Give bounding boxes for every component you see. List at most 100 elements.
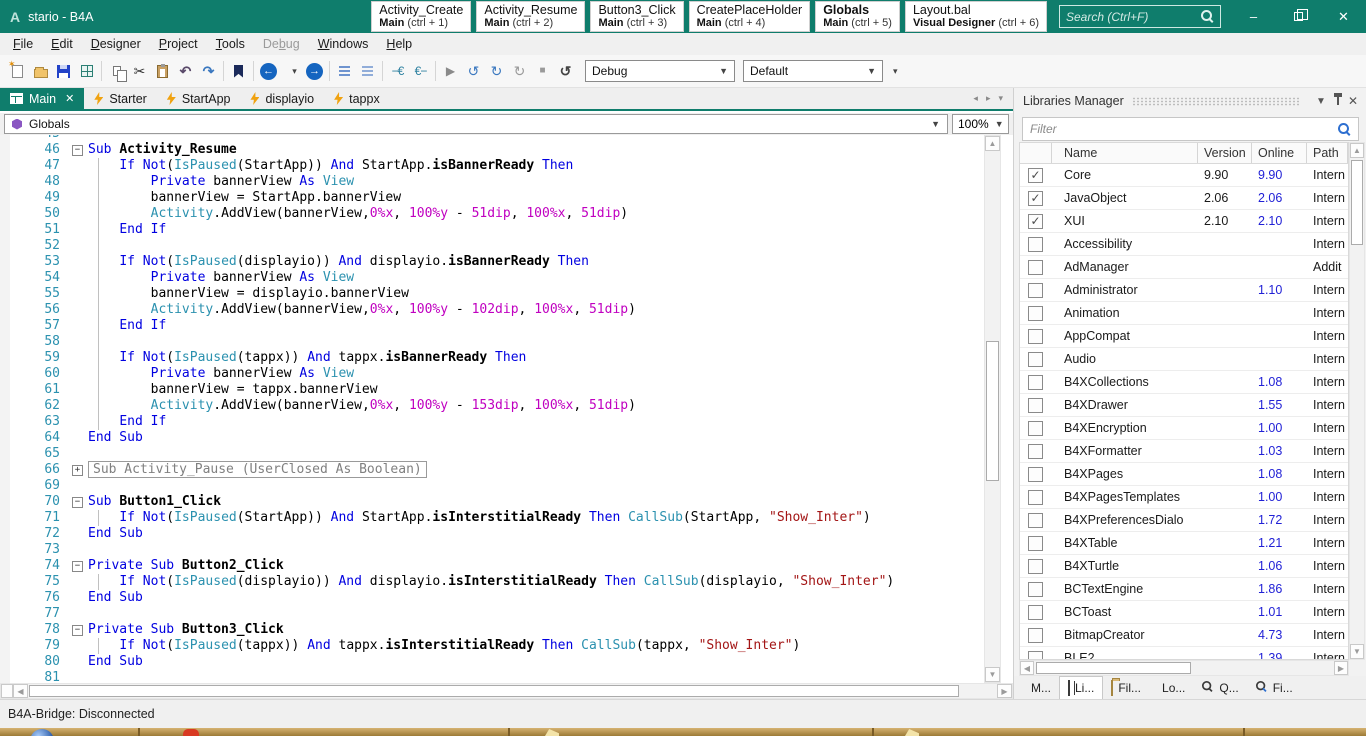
checkbox-unchecked[interactable] [1028, 558, 1043, 574]
menu-windows[interactable]: Windows [309, 33, 378, 55]
resume-icon[interactable]: ↺ [462, 58, 485, 84]
checkbox-unchecked[interactable] [1028, 443, 1043, 459]
checkbox-unchecked[interactable] [1028, 466, 1043, 482]
step-into-icon[interactable]: ↻ [485, 58, 508, 84]
package-icon[interactable] [75, 58, 98, 84]
undo-icon[interactable]: ↶ [174, 58, 197, 84]
filter-search-icon[interactable] [1338, 122, 1351, 136]
scroll-down-icon[interactable]: ▼ [985, 667, 1000, 682]
library-filter-input[interactable] [1030, 122, 1338, 136]
quick-access-createplaceholder[interactable]: CreatePlaceHolder Main (ctrl + 4) [688, 1, 811, 32]
panel-header[interactable]: Libraries Manager ▼ ✕ [1014, 88, 1366, 114]
start-button-icon[interactable] [30, 729, 54, 736]
checkbox-unchecked[interactable] [1028, 627, 1043, 643]
code-line[interactable]: 49 bannerView = StartApp.bannerView [0, 190, 984, 206]
code-line[interactable]: 54 Private bannerView As View [0, 270, 984, 286]
zoom-dropdown[interactable]: 100% ▼ [952, 114, 1009, 134]
editor-horizontal-scrollbar[interactable]: ◀ ▶ [0, 683, 1013, 699]
scroll-right-icon[interactable]: ▶ [997, 684, 1012, 698]
library-row-b4xpages[interactable]: B4XPages 1.08 Intern [1020, 463, 1348, 486]
new-icon[interactable] [6, 58, 29, 84]
quick-access-globals[interactable]: Globals Main (ctrl + 5) [815, 1, 900, 32]
checkbox-unchecked[interactable] [1028, 305, 1043, 321]
code-line[interactable]: 65 [0, 446, 984, 462]
checkbox-unchecked[interactable] [1028, 650, 1043, 659]
uncomment-icon[interactable]: €− [409, 58, 432, 84]
indent-icon[interactable] [333, 58, 356, 84]
library-row-audio[interactable]: Audio Intern [1020, 348, 1348, 371]
bottom-tab-q[interactable]: Q... [1193, 676, 1246, 699]
fold-expand-marker[interactable]: + [68, 462, 88, 478]
tab-tappx[interactable]: tappx [324, 88, 390, 109]
editor-hscroll-thumb[interactable] [29, 685, 959, 697]
code-line[interactable]: 61 bannerView = tappx.bannerView [0, 382, 984, 398]
code-line[interactable]: 60 Private bannerView As View [0, 366, 984, 382]
code-line[interactable]: 55 bannerView = displayio.bannerView [0, 286, 984, 302]
library-filter-box[interactable] [1022, 117, 1359, 141]
bottom-tab-fi[interactable]: Fi... [1247, 676, 1301, 699]
search-input[interactable] [1066, 9, 1201, 24]
code-line[interactable]: 48 Private bannerView As View [0, 174, 984, 190]
library-row-animation[interactable]: Animation Intern [1020, 302, 1348, 325]
folder-icon[interactable] [905, 729, 919, 736]
checkbox-unchecked[interactable] [1028, 581, 1043, 597]
close-button[interactable]: ✕ [1321, 0, 1366, 33]
menu-file[interactable]: File [4, 33, 42, 55]
menu-edit[interactable]: Edit [42, 33, 82, 55]
code-line[interactable]: 70− Sub Button1_Click [0, 494, 984, 510]
code-line[interactable]: 76 End Sub [0, 590, 984, 606]
redo-icon[interactable]: ↷ [197, 58, 220, 84]
quick-access-button3_click[interactable]: Button3_Click Main (ctrl + 3) [590, 1, 684, 32]
name-column-header[interactable]: Name [1052, 143, 1198, 163]
tab-scroll-left-icon[interactable]: ◂ [973, 93, 978, 104]
online-column-header[interactable]: Online [1252, 143, 1307, 163]
build-config-dropdown[interactable]: Debug ▼ [585, 60, 735, 82]
library-row-bctoast[interactable]: BCToast 1.01 Intern [1020, 601, 1348, 624]
search-box[interactable] [1059, 5, 1221, 28]
libraries-hscroll-thumb[interactable] [1036, 662, 1191, 674]
menu-tools[interactable]: Tools [207, 33, 254, 55]
code-line[interactable]: 69 [0, 478, 984, 494]
code-line[interactable]: 81 [0, 670, 984, 683]
checkbox-unchecked[interactable] [1028, 397, 1043, 413]
scroll-up-icon[interactable]: ▲ [985, 136, 1000, 151]
bottom-tab-m[interactable]: M... [1018, 676, 1059, 699]
library-row-b4xcollections[interactable]: B4XCollections 1.08 Intern [1020, 371, 1348, 394]
library-row-appcompat[interactable]: AppCompat Intern [1020, 325, 1348, 348]
windows-taskbar[interactable] [0, 728, 1366, 736]
fold-collapse-marker[interactable]: − [68, 494, 88, 510]
back-dropdown-icon[interactable]: ▾ [280, 58, 303, 84]
library-row-xui[interactable]: ✓ XUI 2.10 2.10 Intern [1020, 210, 1348, 233]
outdent-icon[interactable] [356, 58, 379, 84]
tab-scroll-right-icon[interactable]: ▸ [986, 93, 991, 104]
fold-collapse-marker[interactable]: − [68, 558, 88, 574]
checkbox-unchecked[interactable] [1028, 535, 1043, 551]
libraries-vertical-scrollbar[interactable]: ▲ ▼ [1349, 142, 1365, 660]
library-row-b4xformatter[interactable]: B4XFormatter 1.03 Intern [1020, 440, 1348, 463]
paste-icon[interactable] [151, 58, 174, 84]
stop-icon[interactable]: ■ [531, 58, 554, 84]
checkbox-unchecked[interactable] [1028, 420, 1043, 436]
copy-icon[interactable] [105, 58, 128, 84]
code-line[interactable]: 53 If Not(IsPaused(displayio)) And displ… [0, 254, 984, 270]
code-line[interactable]: 46− Sub Activity_Resume [0, 142, 984, 158]
back-icon[interactable]: ← [257, 58, 280, 84]
scope-dropdown[interactable]: Globals ▼ [4, 114, 948, 134]
code-line[interactable]: 80 End Sub [0, 654, 984, 670]
taskbar-app-icon[interactable] [183, 729, 199, 736]
menu-project[interactable]: Project [150, 33, 207, 55]
folder-icon[interactable] [545, 729, 559, 736]
checkbox-unchecked[interactable] [1028, 512, 1043, 528]
bottom-tab-li[interactable]: Li... [1059, 676, 1104, 699]
toolbar-overflow-icon[interactable]: ▾ [893, 66, 898, 77]
code-line[interactable]: 79 If Not(IsPaused(tappx)) And tappx.isI… [0, 638, 984, 654]
checkbox-checked[interactable]: ✓ [1028, 213, 1043, 229]
library-row-b4xtable[interactable]: B4XTable 1.21 Intern [1020, 532, 1348, 555]
checkbox-unchecked[interactable] [1028, 259, 1043, 275]
tab-displayio[interactable]: displayio [240, 88, 324, 109]
quick-access-layout.bal[interactable]: Layout.bal Visual Designer (ctrl + 6) [904, 1, 1047, 32]
tab-list-dropdown-icon[interactable]: ▾ [998, 93, 1003, 104]
menu-designer[interactable]: Designer [82, 33, 150, 55]
code-line[interactable]: 66 + Sub Activity_Pause (UserClosed As Boo… [0, 461, 984, 478]
code-editor[interactable]: 4546−Sub Activity_Resume47 If Not(IsPaus… [0, 135, 1013, 683]
